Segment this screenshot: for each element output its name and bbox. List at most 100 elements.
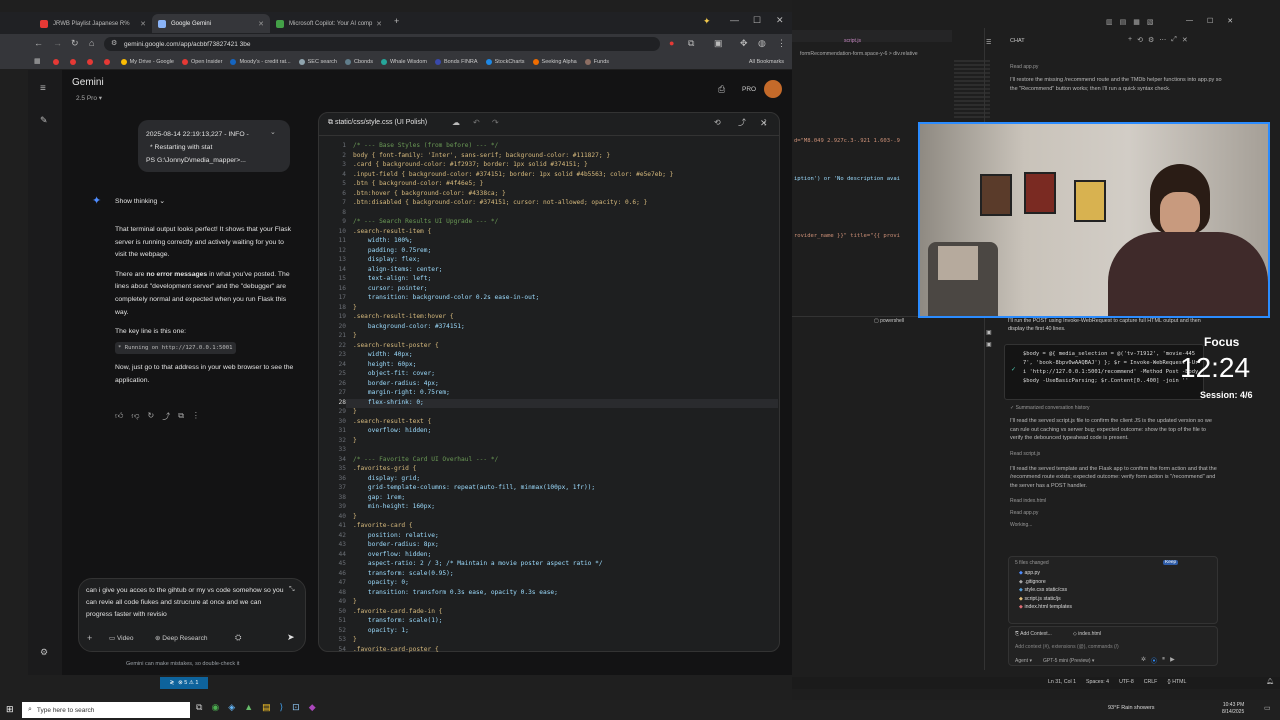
- cloud-icon[interactable]: ☁: [452, 119, 460, 127]
- more-icon[interactable]: ⋮: [192, 411, 200, 422]
- tab-gemini[interactable]: Google Gemini ✕: [152, 14, 270, 33]
- problems-count[interactable]: ⊗ 5 ⚠ 1: [178, 680, 198, 686]
- send-icon[interactable]: ▶: [1170, 656, 1175, 665]
- terminal-name[interactable]: powershell: [880, 318, 904, 324]
- notification-center-icon[interactable]: ▭: [1264, 705, 1271, 712]
- add-icon[interactable]: +: [87, 634, 92, 643]
- reload-icon[interactable]: ↻: [71, 39, 79, 48]
- app-icon[interactable]: ◈: [228, 702, 235, 713]
- stop-icon[interactable]: ⦿: [1151, 656, 1157, 665]
- print-icon[interactable]: ⎙: [718, 85, 725, 94]
- redo-icon[interactable]: ↷: [492, 119, 499, 127]
- windows-start-icon[interactable]: ⊞: [6, 705, 14, 714]
- chat-input-placeholder[interactable]: Add context (#), extensions (@), command…: [1015, 644, 1119, 650]
- thumbs-down-icon[interactable]: 👎︎: [131, 411, 139, 422]
- notifications-bell-icon[interactable]: 🔔︎: [1266, 679, 1274, 685]
- video-tool-button[interactable]: ▭ Video: [109, 634, 133, 642]
- layout-icon[interactable]: ▤: [1120, 18, 1127, 26]
- tools-icon[interactable]: ⛭: [235, 634, 241, 642]
- chrome-icon[interactable]: ◉: [211, 702, 219, 713]
- record-icon[interactable]: ●: [669, 39, 674, 48]
- regenerate-icon[interactable]: ↻: [148, 411, 155, 422]
- bookmark-item[interactable]: Seeking Alpha: [532, 58, 577, 65]
- home-icon[interactable]: ⌂: [89, 39, 94, 48]
- address-bar[interactable]: ⚙ gemini.google.com/app/acbbf73827421 3b…: [104, 37, 660, 51]
- layout-icon[interactable]: ▥: [1106, 18, 1113, 26]
- model-select[interactable]: GPT-5 mini (Preview) ▾: [1043, 658, 1094, 664]
- history-icon[interactable]: ⟲: [1137, 36, 1143, 44]
- bookmark-item[interactable]: SEC search: [298, 58, 337, 65]
- undo-icon[interactable]: ↶: [473, 119, 480, 127]
- show-thinking-toggle[interactable]: Show thinking ⌄: [115, 197, 165, 205]
- send-icon[interactable]: ➤: [287, 633, 295, 642]
- extension-icon[interactable]: ⧉: [688, 39, 694, 48]
- close-icon[interactable]: ✕: [140, 20, 146, 28]
- apps-grid-icon[interactable]: ▦: [34, 58, 41, 65]
- clock[interactable]: 10:43 PM 8/14/2025: [1222, 702, 1244, 716]
- avatar[interactable]: [764, 80, 782, 98]
- forward-icon[interactable]: →: [53, 39, 62, 48]
- back-icon[interactable]: ←: [34, 39, 43, 48]
- prompt-input[interactable]: can i give you acces to the gihtub or my…: [86, 585, 286, 621]
- close-canvas-icon[interactable]: ✕: [760, 119, 768, 128]
- all-bookmarks-link[interactable]: All Bookmarks: [749, 59, 784, 65]
- collapse-icon[interactable]: ⤡: [289, 586, 295, 593]
- status-item[interactable]: UTF-8: [1119, 679, 1134, 685]
- model-selector[interactable]: 2.5 Pro ▾: [76, 94, 102, 102]
- layout-icon[interactable]: ▧: [1147, 18, 1154, 26]
- tab-jrwb[interactable]: JRWB Playlist Japanese R% ✕: [34, 14, 152, 33]
- task-view-icon[interactable]: ⧉: [196, 702, 202, 713]
- extension-star-icon[interactable]: ✦: [703, 17, 711, 26]
- tools-icon[interactable]: ✲: [1141, 656, 1146, 665]
- expand-chevron-icon[interactable]: ⌄: [270, 129, 276, 136]
- changed-file-item[interactable]: ◆ index.html templates: [1019, 603, 1072, 612]
- tab-copilot[interactable]: Microsoft Copilot: Your AI comp ✕: [270, 14, 388, 33]
- kebab-menu-icon[interactable]: ⋮: [777, 39, 786, 48]
- file-explorer-icon[interactable]: ▤: [262, 702, 271, 713]
- history-icon[interactable]: ⟲: [714, 119, 721, 127]
- site-info-icon[interactable]: ⚙: [111, 40, 117, 47]
- taskbar-search[interactable]: ⌕ Type here to search: [22, 702, 190, 718]
- bookmark-item[interactable]: [103, 58, 113, 65]
- bookmark-item[interactable]: Open Insider: [181, 58, 222, 65]
- add-icon[interactable]: +: [1128, 36, 1132, 44]
- files-changed-label[interactable]: 5 files changed: [1015, 560, 1049, 566]
- extensions-puzzle-icon[interactable]: ✥: [740, 39, 748, 48]
- pause-icon[interactable]: ⏸: [1162, 656, 1165, 665]
- vscode-icon[interactable]: ⟩: [280, 702, 284, 713]
- cast-icon[interactable]: ▣: [714, 39, 723, 48]
- layout-icon[interactable]: ▦: [1133, 18, 1140, 26]
- bookmark-item[interactable]: [52, 58, 62, 65]
- app-icon[interactable]: ▲: [244, 702, 253, 713]
- tool-read-app[interactable]: Read app.py: [1010, 510, 1220, 516]
- bookmark-item[interactable]: Funds: [584, 58, 609, 65]
- thumbs-up-icon[interactable]: 👍︎: [115, 411, 123, 422]
- bookmark-item[interactable]: [69, 58, 79, 65]
- bookmark-item[interactable]: [86, 58, 96, 65]
- close-icon[interactable]: ✕: [1182, 36, 1188, 44]
- tool-read-app[interactable]: Read app.py: [1010, 64, 1222, 70]
- status-item[interactable]: Spaces: 4: [1086, 679, 1109, 685]
- bookmark-item[interactable]: Whale Wisdom: [380, 58, 427, 65]
- context-chip[interactable]: ◇ index.html: [1073, 631, 1101, 637]
- changed-file-item[interactable]: ◆ script.js static/js: [1019, 595, 1072, 604]
- maximize-icon[interactable]: ☐: [753, 16, 761, 25]
- minimize-icon[interactable]: —: [1186, 17, 1193, 25]
- bookmark-item[interactable]: Cbonds: [345, 58, 373, 65]
- share-icon[interactable]: ⤴: [162, 411, 170, 422]
- more-icon[interactable]: ⋯: [1159, 36, 1166, 44]
- add-context-button[interactable]: ⎘ Add Context...: [1015, 631, 1052, 637]
- keep-button[interactable]: Keep: [1163, 560, 1179, 565]
- tool-read-index[interactable]: Read index.html: [1010, 498, 1220, 504]
- bookmark-item[interactable]: StockCharts: [485, 58, 525, 65]
- maximize-icon[interactable]: ⤢: [1171, 36, 1177, 44]
- powershell-command-block[interactable]: $body = @{ media_selection = @('tv-71912…: [1004, 344, 1204, 400]
- changed-file-item[interactable]: ◆ style.css static/css: [1019, 586, 1072, 595]
- menu-icon[interactable]: ≡: [40, 84, 46, 94]
- tab-script-js[interactable]: script.js: [844, 38, 861, 44]
- close-icon[interactable]: ✕: [376, 20, 382, 28]
- new-tab-icon[interactable]: +: [394, 17, 399, 26]
- status-item[interactable]: CRLF: [1144, 679, 1158, 685]
- changed-file-item[interactable]: ◆ app.py: [1019, 569, 1072, 578]
- changed-file-item[interactable]: ◆ .gitignore: [1019, 578, 1072, 587]
